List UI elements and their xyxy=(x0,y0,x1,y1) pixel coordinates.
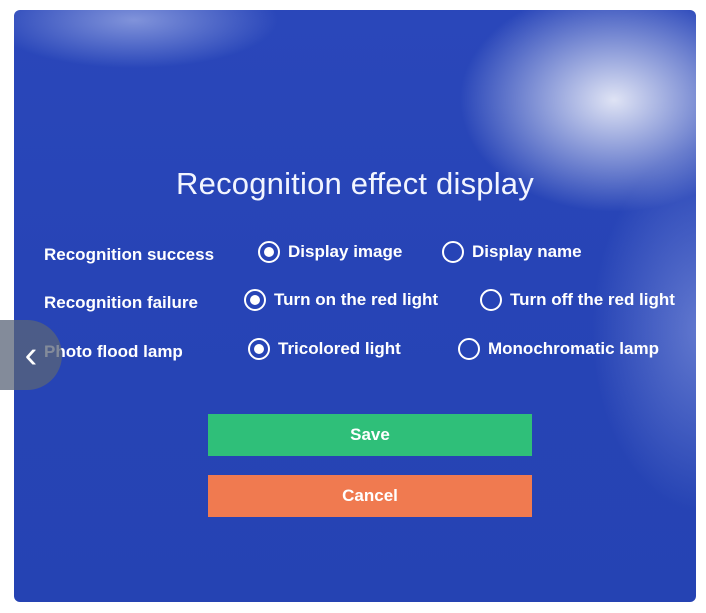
option-tricolored-light[interactable]: Tricolored light xyxy=(248,338,401,360)
device-screen: Recognition effect display Recognition s… xyxy=(14,10,696,602)
option-label: Display name xyxy=(472,242,582,261)
setting-row-recognition-success: Recognition success Display image Displa… xyxy=(44,241,696,271)
radio-unselected-icon[interactable] xyxy=(442,241,464,263)
setting-label: Recognition success xyxy=(44,245,215,264)
save-button[interactable]: Save xyxy=(208,414,532,456)
option-label: Display image xyxy=(288,242,403,261)
radio-selected-icon[interactable] xyxy=(248,338,270,360)
option-label: Monochromatic lamp xyxy=(488,339,659,358)
option-turn-on-red-light[interactable]: Turn on the red light xyxy=(244,289,438,311)
option-label: Tricolored light xyxy=(278,339,401,358)
photo-frame: Recognition effect display Recognition s… xyxy=(0,0,706,613)
setting-label: Recognition failure xyxy=(44,293,198,312)
radio-unselected-icon[interactable] xyxy=(458,338,480,360)
option-display-name[interactable]: Display name xyxy=(442,241,582,263)
option-label: Turn off the red light xyxy=(510,290,675,309)
setting-label: Photo flood lamp xyxy=(44,342,183,361)
option-turn-off-red-light[interactable]: Turn off the red light xyxy=(480,289,675,311)
option-display-image[interactable]: Display image xyxy=(258,241,402,263)
radio-selected-icon[interactable] xyxy=(244,289,266,311)
radio-selected-icon[interactable] xyxy=(258,241,280,263)
radio-unselected-icon[interactable] xyxy=(480,289,502,311)
option-label: Turn on the red light xyxy=(274,290,438,309)
page-title: Recognition effect display xyxy=(176,166,534,201)
cancel-button[interactable]: Cancel xyxy=(208,475,532,517)
setting-row-photo-flood-lamp: Photo flood lamp Tricolored light Monoch… xyxy=(44,338,696,368)
option-monochromatic-lamp[interactable]: Monochromatic lamp xyxy=(458,338,659,360)
setting-row-recognition-failure: Recognition failure Turn on the red ligh… xyxy=(44,289,696,319)
chevron-left-icon: ‹ xyxy=(24,333,38,376)
